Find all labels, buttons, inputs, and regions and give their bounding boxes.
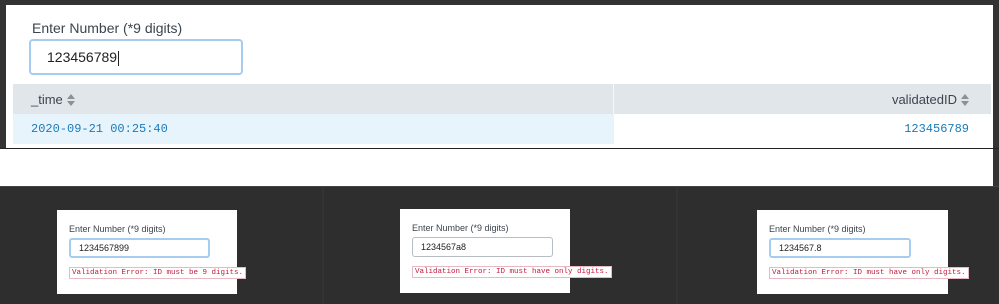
divider-strip [0,148,999,187]
example-card: Enter Number (*9 digits) 1234567a8 Valid… [400,209,612,293]
number-input[interactable]: 123456789 [29,39,243,75]
example-card: Enter Number (*9 digits) 1234567.8 Valid… [757,210,969,294]
validation-error: Validation Error: ID must have only digi… [769,267,969,279]
validation-error: Validation Error: ID must have only digi… [412,266,612,278]
number-input-label: Enter Number (*9 digits) [412,223,509,233]
column-header-label: validatedID [891,91,957,107]
validation-error: Validation Error: ID must be 9 digits. [69,267,247,279]
text-caret [118,50,120,66]
column-header-validatedid[interactable]: validatedID [613,84,991,114]
number-input-label: Enter Number (*9 digits) [32,20,183,36]
sort-icon[interactable] [961,94,969,107]
cell-validatedid[interactable]: 123456789 [613,114,991,144]
top-panel: Enter Number (*9 digits) 123456789 _time… [0,0,999,148]
number-input[interactable]: 1234567a8 [412,237,553,257]
number-input[interactable]: 1234567899 [69,238,210,258]
divider-edge [993,149,999,186]
cell-time[interactable]: 2020-09-21 00:25:40 [13,114,614,144]
table-row[interactable]: 2020-09-21 00:25:40 123456789 [13,114,991,144]
results-table: _time validatedID 2020-09-21 00:25:40 12… [13,84,991,144]
column-header-label: _time [31,91,63,107]
sort-icon[interactable] [66,94,75,107]
number-input-value: 123456789 [47,49,118,65]
number-input[interactable]: 1234567.8 [769,238,911,258]
column-header-time[interactable]: _time [13,84,614,114]
table-header-row: _time validatedID [13,84,991,114]
example-card: Enter Number (*9 digits) 1234567899 Vali… [57,210,247,294]
number-input-label: Enter Number (*9 digits) [69,224,166,234]
number-input-label: Enter Number (*9 digits) [769,224,866,234]
validation-examples: Enter Number (*9 digits) 1234567899 Vali… [0,187,999,304]
